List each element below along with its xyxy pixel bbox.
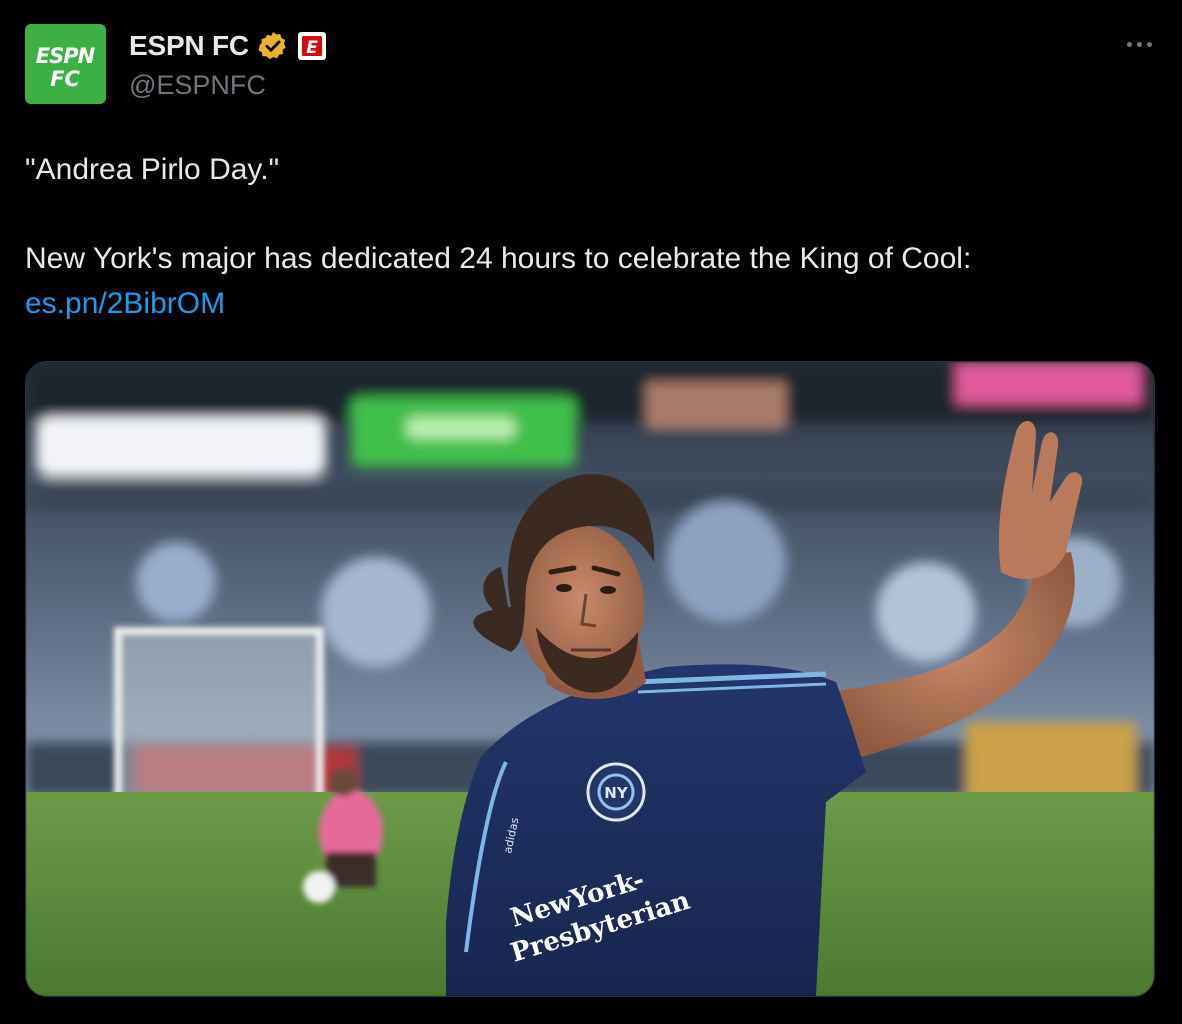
tweet-media-photo[interactable]: NY adidas NewYork- Presbyterian: [25, 361, 1155, 997]
more-horizontal-icon: [1126, 41, 1132, 47]
tweet-line-quote: "Andrea Pirlo Day.": [25, 153, 280, 186]
more-horizontal-icon: [1146, 41, 1152, 47]
more-options-button[interactable]: [1124, 34, 1154, 54]
handle[interactable]: @ESPNFC: [129, 70, 266, 101]
tweet-line-body: New York's major has dedicated 24 hours …: [25, 242, 972, 275]
svg-text:NY: NY: [604, 784, 629, 802]
author-name-row: ESPN FC E: [129, 27, 327, 65]
avatar[interactable]: ESPN FC: [25, 24, 106, 104]
avatar-fc-wordmark: FC: [50, 67, 80, 91]
tweet-link[interactable]: es.pn/2BibrOM: [25, 287, 225, 320]
goal-frame: [114, 627, 324, 802]
avatar-espn-wordmark: ESPN: [36, 44, 96, 68]
display-name[interactable]: ESPN FC: [129, 30, 249, 62]
more-horizontal-icon: [1136, 41, 1142, 47]
tweet[interactable]: ESPN FC ESPN FC E @ESPNFC "Andrea Pirlo …: [0, 0, 1182, 1024]
verified-badge-icon: [258, 32, 286, 60]
espn-affiliate-badge-icon[interactable]: E: [297, 31, 327, 61]
tweet-text: "Andrea Pirlo Day." New York's major has…: [25, 147, 1155, 326]
affiliate-badge-letter: E: [306, 38, 318, 58]
